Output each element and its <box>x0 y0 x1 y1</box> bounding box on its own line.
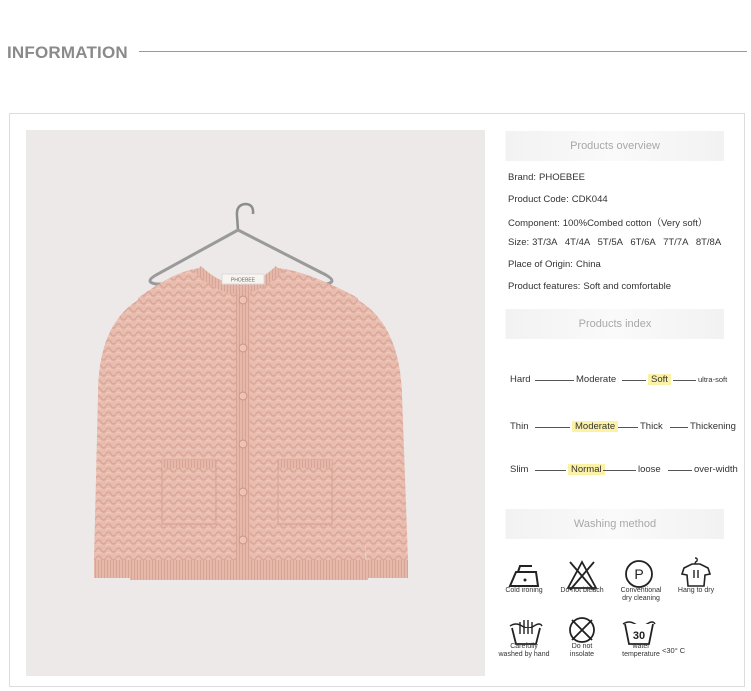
spec-value: 3T/3A 4T/4A 5T/5A 6T/6A 7T/7A 8T/8A <box>532 237 722 248</box>
spec-row: Component: 100%Combed cotton（Very soft） <box>508 215 707 229</box>
spec-value: China <box>575 259 601 270</box>
products-overview-title: Products overview <box>505 131 724 161</box>
index-scale-connector <box>670 427 688 428</box>
index-scale-label: Thickening <box>690 421 736 432</box>
index-scale-connector <box>618 427 638 428</box>
index-scale-label: ultra-soft <box>698 375 728 384</box>
spec-value: Soft and comfortable <box>583 281 672 292</box>
index-scale-label: loose <box>638 464 661 475</box>
index-scale-label: Slim <box>510 464 529 475</box>
spec-value: 100%Combed cotton（Very soft） <box>562 218 708 229</box>
wash-label: Carefully washed by hand <box>498 643 550 658</box>
washing-method-title: Washing method <box>505 509 724 539</box>
wash-label: Conventional dry cleaning <box>620 587 662 602</box>
spec-value: PHOEBEE <box>539 172 585 183</box>
brand-tag-text: PHOEBEE <box>231 278 256 284</box>
index-scale-label: over-width <box>694 464 738 475</box>
spec-value: CDK044 <box>571 194 608 205</box>
index-scale-connector <box>622 380 646 381</box>
index-selected-value: Soft <box>648 374 671 385</box>
spec-key: Size: <box>508 237 530 248</box>
index-selected-value: Normal <box>568 464 605 475</box>
spec-key: Brand: <box>508 172 536 183</box>
index-scale-connector <box>668 470 692 471</box>
index-scale-label: Hard <box>510 374 531 385</box>
water-temp-value: 30 <box>633 630 645 642</box>
index-scale-connector <box>534 427 570 428</box>
spec-row: Product Code: CDK044 <box>508 194 608 205</box>
wash-label: Do not bleach <box>560 587 604 594</box>
spec-key: Place of Origin: <box>508 259 573 270</box>
heading-divider <box>139 51 747 52</box>
spec-row: Size: 3T/3A 4T/4A 5T/5A 6T/6A 7T/7A 8T/8A <box>508 237 721 248</box>
hang-dry-icon <box>680 557 712 587</box>
index-scale-label: Moderate <box>576 374 617 385</box>
index-selected-value: Moderate <box>572 421 619 432</box>
products-index-title: Products index <box>505 309 724 339</box>
wash-label: Cold ironing <box>505 587 543 594</box>
index-scale-label: Thick <box>640 421 663 432</box>
index-scale-connector <box>534 380 574 381</box>
product-photo: PHOEBEE <box>26 130 485 676</box>
spec-key: Product Code: <box>508 194 569 205</box>
cardigan-illustration: PHOEBEE <box>94 202 408 580</box>
wash-label: water temperature <box>622 643 660 658</box>
index-scale-connector <box>534 470 566 471</box>
spec-row: Brand: PHOEBEE <box>508 172 585 183</box>
index-scale-connector <box>603 470 636 471</box>
wash-label: Do not insolate <box>569 643 595 658</box>
spec-key: Component: <box>508 218 560 229</box>
index-scale-connector <box>672 380 696 381</box>
wash-label: Hang to dry <box>677 587 715 594</box>
dry-clean-symbol: P <box>634 566 643 582</box>
spec-key: Product features: <box>508 281 581 292</box>
spec-row: Product features: Soft and comfortable <box>508 281 671 292</box>
section-heading: INFORMATION <box>7 43 128 62</box>
index-scale-label: Thin <box>510 421 529 432</box>
spec-row: Place of Origin: China <box>508 259 601 270</box>
